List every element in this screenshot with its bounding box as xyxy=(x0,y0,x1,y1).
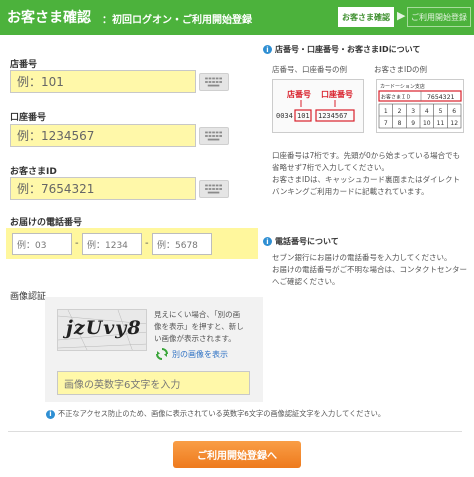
refresh-icon xyxy=(156,348,168,360)
card-cell: 6 xyxy=(452,108,456,115)
example-left-caption: 店番号、口座番号の例 xyxy=(272,65,347,74)
keyboard-icon[interactable] xyxy=(199,127,229,145)
card-cell: 8 xyxy=(398,120,402,127)
example-branch-value: 101 xyxy=(297,112,310,120)
card-cell: 11 xyxy=(437,120,445,127)
info-icon: i xyxy=(46,409,55,419)
card-cell: 4 xyxy=(425,108,429,115)
card-cell: 2 xyxy=(398,108,402,115)
card-id-label: お客さまＩＤ xyxy=(381,94,411,101)
branch-info-text: お客さまIDは、キャッシュカード裏面またはダイレクト xyxy=(272,175,460,184)
branch-info-title: i 店番号・口座番号・お客さまIDについて xyxy=(263,44,420,55)
refresh-captcha-label: 別の画像を表示 xyxy=(172,349,228,359)
captcha-hint: 像を表示」を押すと、新し xyxy=(154,322,244,331)
customer-id-label: お客さまID xyxy=(10,167,57,177)
example-account-value: 1234567 xyxy=(318,112,348,120)
keyboard-icon[interactable] xyxy=(199,180,229,198)
card-cell: 5 xyxy=(439,108,443,115)
customer-id-input[interactable]: 例：7654321 xyxy=(10,177,196,200)
captcha-label: 画像認証 xyxy=(10,292,47,302)
captcha-hint: い画像が表示されます。 xyxy=(154,334,236,343)
phone-dash: - xyxy=(145,238,149,249)
card-cell: 12 xyxy=(450,120,458,127)
divider xyxy=(8,431,462,432)
info-icon: i xyxy=(263,237,272,246)
example-right-caption: お客さまIDの例 xyxy=(374,65,427,74)
phone-info-text: セブン銀行にお届けの電話番号を入力してください。 xyxy=(272,253,452,262)
phone-input-area[interactable]: 例：03 xyxy=(12,233,72,255)
page-title: お客さま確認 xyxy=(7,10,91,26)
step-next: ご利用開始登録 xyxy=(407,7,471,27)
step-current: お客さま確認 xyxy=(338,7,394,27)
card-header: カードーション支店 xyxy=(380,83,425,90)
captcha-image: jzUvy8 xyxy=(57,309,147,351)
captcha-input[interactable]: 画像の英数字6文字を入力 xyxy=(57,371,250,395)
branch-info-text: バンキングご利用カードに記載されています。 xyxy=(272,187,429,196)
example-account-tag: 口座番号 xyxy=(321,89,353,99)
card-cell: 10 xyxy=(423,120,431,127)
phone-input-subscriber[interactable]: 例：5678 xyxy=(152,233,212,255)
captcha-note-text: 不正なアクセス防止のため、画像に表示されている英数字6文字の画像認証文字を入力し… xyxy=(58,409,386,418)
refresh-captcha-link[interactable]: 別の画像を表示 xyxy=(155,347,228,361)
step-arrow-icon: ▶ xyxy=(397,9,406,22)
example-branch-tag: 店番号 xyxy=(287,89,311,99)
phone-input-exchange[interactable]: 例：1234 xyxy=(82,233,142,255)
phone-info-text: お届けの電話番号がご不明な場合は、コンタクトセンター xyxy=(272,265,467,274)
captcha-hint: 見えにくい場合、「別の画 xyxy=(154,310,241,319)
branch-account-example-image: 店番号 口座番号 0034 101 1234567 xyxy=(272,79,364,133)
branch-info-title-text: 店番号・口座番号・お客さまIDについて xyxy=(275,45,421,54)
customer-id-example-image: カードーション支店 お客さまＩＤ 7654321 1 2 3 4 5 6 7 8… xyxy=(376,79,464,133)
captcha-panel: jzUvy8 見えにくい場合、「別の画 像を表示」を押すと、新し い画像が表示さ… xyxy=(45,297,263,402)
card-cell: 1 xyxy=(384,108,388,115)
page-header: お客さま確認 ：初回ログオン・ご利用開始登録 お客さま確認 ▶ ご利用開始登録 xyxy=(0,0,474,35)
keyboard-icon[interactable] xyxy=(199,73,229,91)
card-cell: 7 xyxy=(384,120,388,127)
branch-number-input[interactable]: 例：101 xyxy=(10,70,196,93)
account-number-input[interactable]: 例：1234567 xyxy=(10,124,196,147)
captcha-text: jzUvy8 xyxy=(66,317,142,339)
phone-dash: - xyxy=(75,238,79,249)
phone-info-text: へご確認ください。 xyxy=(272,277,340,286)
page-subtitle: ：初回ログオン・ご利用開始登録 xyxy=(102,15,252,26)
card-cell: 3 xyxy=(411,108,415,115)
register-submit-button[interactable]: ご利用開始登録へ xyxy=(173,441,301,468)
phone-info-title-text: 電話番号について xyxy=(275,237,339,246)
account-number-label: 口座番号 xyxy=(10,113,47,123)
branch-info-text: 省略せず7桁で入力してください。 xyxy=(272,163,389,172)
captcha-note: i 不正なアクセス防止のため、画像に表示されている英数字6文字の画像認証文字を入… xyxy=(46,409,385,419)
phone-label: お届けの電話番号 xyxy=(10,218,83,228)
card-id-value: 7654321 xyxy=(427,93,454,101)
branch-number-label: 店番号 xyxy=(10,60,38,70)
phone-info-title: i 電話番号について xyxy=(263,236,339,247)
branch-info-text: 口座番号は7桁です。先頭が0から始まっている場合でも xyxy=(272,151,461,160)
example-prefix: 0034 xyxy=(276,112,293,120)
info-icon: i xyxy=(263,45,272,54)
card-cell: 9 xyxy=(411,120,415,127)
